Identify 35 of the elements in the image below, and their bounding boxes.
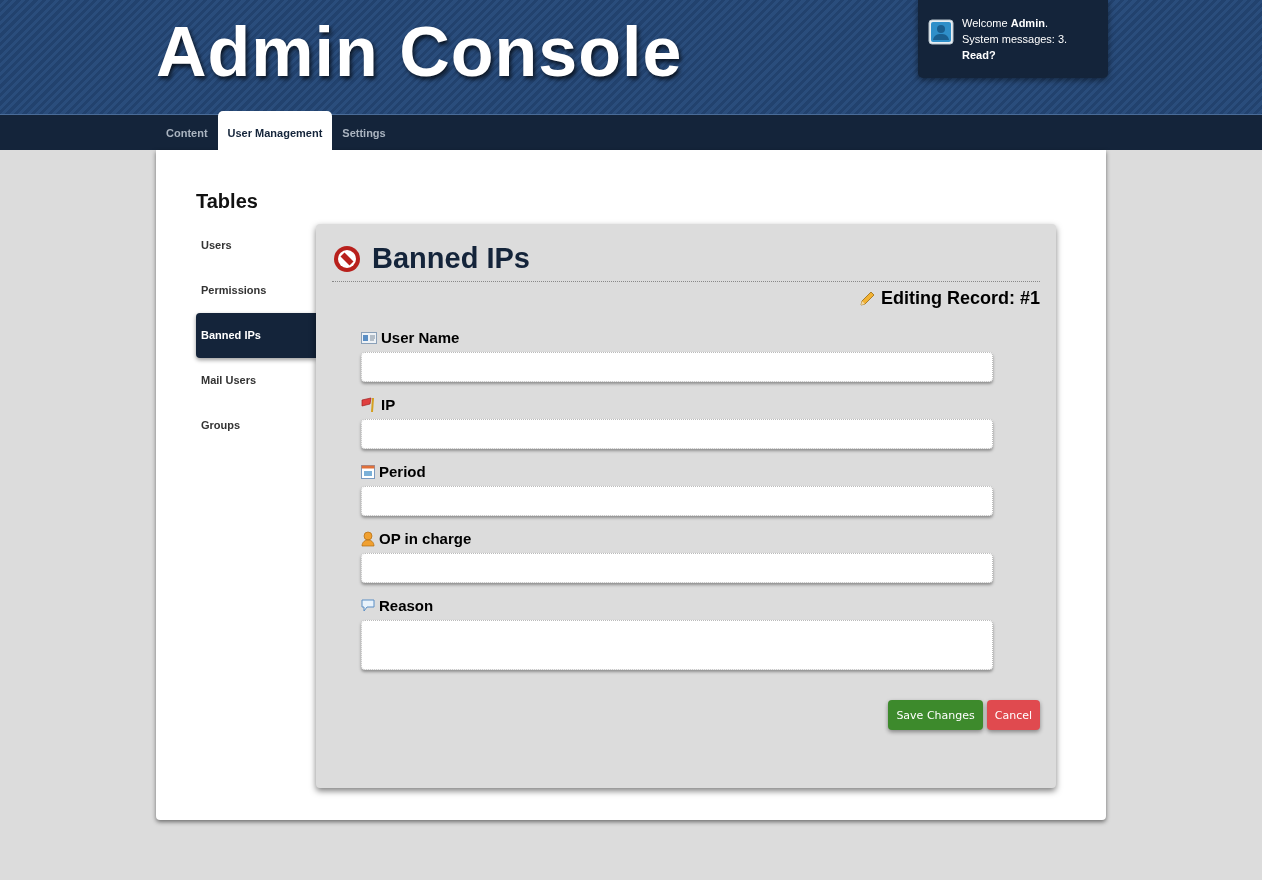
sidebar-item[interactable]: Mail Users xyxy=(196,358,316,403)
input-field[interactable] xyxy=(361,419,993,449)
sidebar-title: Tables xyxy=(196,190,259,213)
nav-tab[interactable]: User Management xyxy=(217,111,333,150)
person-icon xyxy=(361,530,375,547)
messages-text: System messages: 3. xyxy=(962,32,1068,47)
input-field[interactable] xyxy=(361,553,993,583)
sidebar-item[interactable]: Users xyxy=(196,223,316,268)
input-field[interactable] xyxy=(361,486,993,516)
welcome-text: Welcome Admin. xyxy=(962,16,1049,31)
site-title: Admin Console xyxy=(156,12,683,92)
nav-tab[interactable]: Content xyxy=(156,115,218,150)
flag-icon xyxy=(361,396,377,413)
id-card-icon xyxy=(361,331,377,344)
field-label: User Name xyxy=(381,329,460,346)
input-field[interactable] xyxy=(361,620,993,670)
pencil-icon xyxy=(858,290,875,307)
read-link[interactable]: Read? xyxy=(962,47,1068,63)
field-label: Reason xyxy=(379,597,434,614)
panel-title: Banned IPs xyxy=(372,242,530,275)
user-avatar-icon xyxy=(928,19,954,45)
cancel-button[interactable]: Cancel xyxy=(986,700,1040,730)
sidebar-item[interactable]: Groups xyxy=(196,403,316,448)
sidebar-item[interactable]: Banned IPs xyxy=(196,313,316,358)
field-label: OP in charge xyxy=(379,530,472,547)
input-field[interactable] xyxy=(361,352,993,382)
nav-tab[interactable]: Settings xyxy=(332,115,396,150)
calendar-icon xyxy=(361,464,375,479)
sidebar-item[interactable]: Permissions xyxy=(196,268,316,313)
no-entry-icon xyxy=(332,243,362,274)
editing-record-label: Editing Record: #1 xyxy=(880,288,1040,309)
save-button[interactable]: Save Changes xyxy=(888,700,983,730)
speech-bubble-icon xyxy=(361,599,375,612)
field-label: IP xyxy=(381,396,396,413)
field-label: Period xyxy=(379,463,426,480)
